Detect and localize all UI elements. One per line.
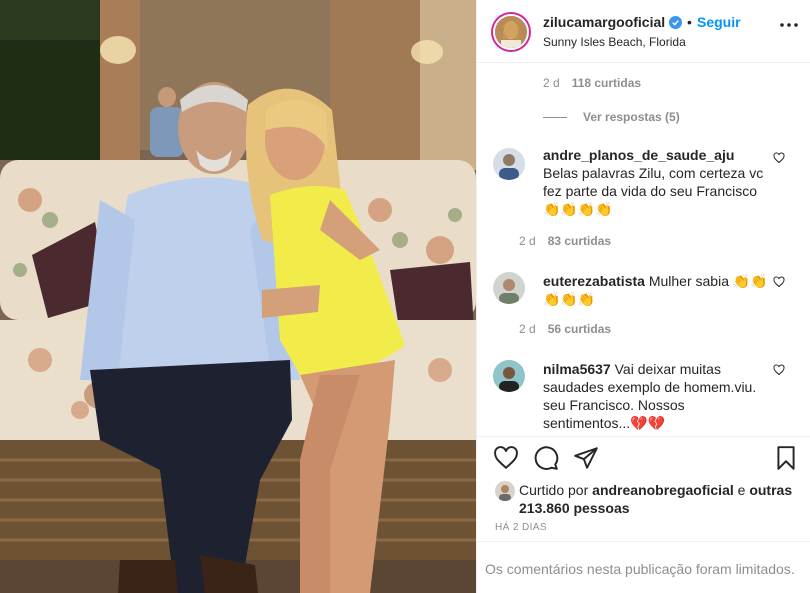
commenter-username[interactable]: andre_planos_de_saude_aju (543, 147, 734, 163)
comment-text: Belas palavras Zilu, com certeza vc fez … (543, 165, 764, 217)
heart-icon[interactable] (773, 276, 785, 288)
comments-list[interactable]: 2 d 118 curtidas Ver respostas (5) andre_… (477, 64, 810, 436)
comment-icon[interactable] (533, 445, 559, 471)
divider-line (543, 116, 567, 118)
comment-meta: 2 d 83 curtidas (519, 234, 611, 248)
instagram-post-view: zilucamargooficial • Seguir Sunny Isles … (0, 0, 810, 593)
follow-button[interactable]: Seguir (697, 14, 741, 30)
liked-by-text: Curtido por andreanobregaoficial e outra… (519, 481, 805, 517)
post-side-panel: zilucamargooficial • Seguir Sunny Isles … (476, 0, 810, 593)
comment-likes[interactable]: 118 curtidas (572, 76, 641, 90)
comment-time: 2 d (519, 322, 536, 336)
comment-body: euterezabatista Mulher sabia 👏👏👏👏👏 (543, 272, 773, 308)
post-photo-illustration (0, 0, 476, 593)
post-header: zilucamargooficial • Seguir Sunny Isles … (477, 0, 810, 63)
more-options-icon[interactable] (779, 22, 799, 28)
view-replies-button[interactable]: Ver respostas (5) (543, 110, 680, 124)
share-icon[interactable] (573, 445, 599, 471)
commenter-avatar[interactable] (493, 148, 525, 180)
post-photo[interactable] (0, 0, 476, 593)
comment-body: andre_planos_de_saude_aju Belas palavras… (543, 146, 773, 218)
comment-time: 2 d (519, 234, 536, 248)
comments-limited-note: Os comentários nesta publicação foram li… (485, 561, 795, 577)
heart-icon[interactable] (493, 445, 519, 471)
comment-meta: 2 d 56 curtidas (519, 322, 611, 336)
commenter-avatar[interactable] (493, 272, 525, 304)
liked-by-conj: e (737, 482, 746, 498)
commenter-username[interactable]: euterezabatista (543, 273, 645, 289)
liker-avatar[interactable] (495, 481, 515, 501)
author-avatar[interactable] (491, 12, 531, 52)
comment-likes[interactable]: 83 curtidas (548, 234, 611, 248)
post-actions-bar (477, 436, 810, 476)
separator-dot: • (687, 14, 692, 30)
commenter-avatar[interactable] (493, 360, 525, 392)
comment-likes[interactable]: 56 curtidas (548, 322, 611, 336)
heart-icon[interactable] (773, 364, 785, 376)
comments-limited-footer: Os comentários nesta publicação foram li… (477, 541, 810, 593)
liked-by-user[interactable]: andreanobregaoficial (592, 482, 734, 498)
commenter-username[interactable]: nilma5637 (543, 361, 611, 377)
view-replies-label: Ver respostas (5) (583, 110, 680, 124)
author-username[interactable]: zilucamargooficial (543, 14, 665, 30)
heart-icon[interactable] (773, 152, 785, 164)
liked-by-prefix: Curtido por (519, 482, 589, 498)
verified-badge-icon (669, 16, 682, 29)
post-timestamp[interactable]: HÁ 2 DIAS (495, 522, 547, 533)
comment-body: nilma5637 Vai deixar muitas saudades exe… (543, 360, 773, 432)
comment-time: 2 d (543, 76, 560, 90)
post-location[interactable]: Sunny Isles Beach, Florida (543, 35, 686, 49)
bookmark-icon[interactable] (773, 445, 799, 471)
comment-meta: 2 d 118 curtidas (543, 76, 641, 90)
